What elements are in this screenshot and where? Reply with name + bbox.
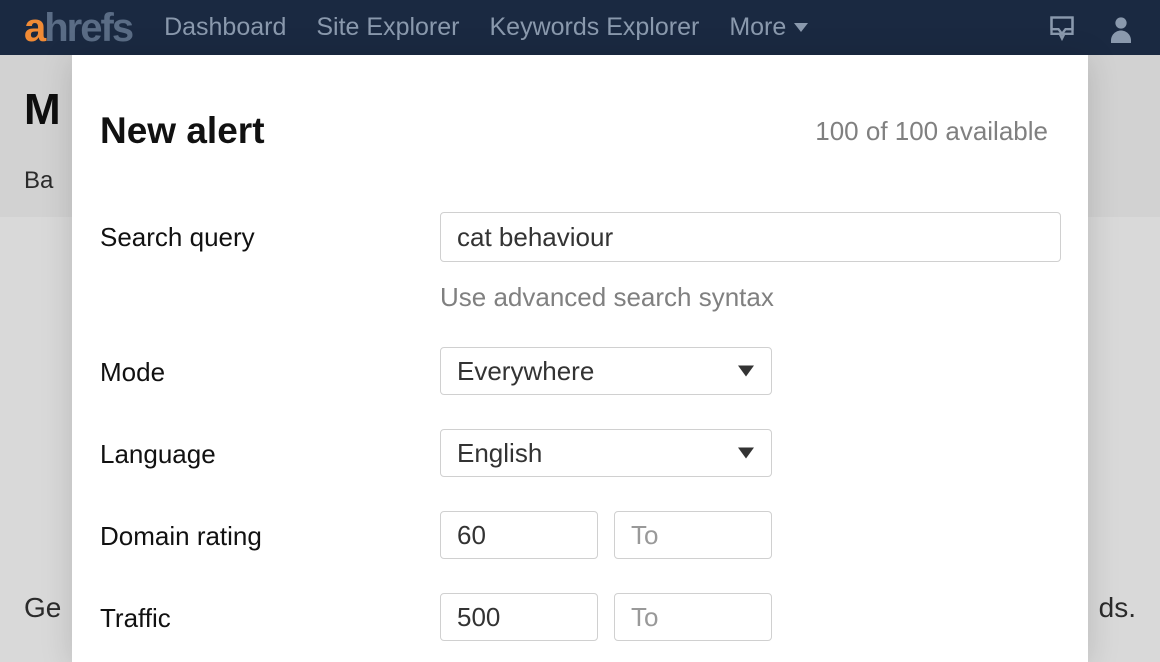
notifications-icon[interactable]	[1048, 14, 1076, 42]
domain-rating-from-input[interactable]	[440, 511, 598, 559]
modal-title: New alert	[100, 110, 265, 152]
traffic-label: Traffic	[100, 593, 440, 634]
nav-dashboard[interactable]: Dashboard	[164, 13, 286, 42]
nav-more[interactable]: More	[729, 13, 808, 42]
chevron-down-icon	[794, 23, 808, 32]
language-select-value: English	[440, 429, 772, 477]
domain-rating-row: Domain rating	[100, 511, 1048, 559]
topbar: ahrefs Dashboard Site Explorer Keywords …	[0, 0, 1160, 55]
domain-rating-to-input[interactable]	[614, 511, 772, 559]
mode-row: Mode Everywhere	[100, 347, 1048, 395]
logo-text-rest: hrefs	[44, 8, 132, 48]
alerts-availability: 100 of 100 available	[815, 116, 1048, 147]
language-row: Language English	[100, 429, 1048, 477]
search-query-input[interactable]	[440, 212, 1061, 262]
mode-select[interactable]: Everywhere	[440, 347, 772, 395]
mode-label: Mode	[100, 347, 440, 388]
nav-more-label: More	[729, 13, 786, 42]
traffic-row: Traffic	[100, 593, 1048, 641]
main-nav: Dashboard Site Explorer Keywords Explore…	[164, 13, 808, 42]
search-query-row: Search query Use advanced search syntax	[100, 212, 1048, 313]
modal-header: New alert 100 of 100 available	[100, 110, 1048, 152]
language-select[interactable]: English	[440, 429, 772, 477]
traffic-to-input[interactable]	[614, 593, 772, 641]
logo[interactable]: ahrefs	[24, 8, 132, 48]
nav-site-explorer[interactable]: Site Explorer	[316, 13, 459, 42]
user-avatar-icon[interactable]	[1106, 13, 1136, 43]
topbar-right	[1048, 13, 1136, 43]
search-query-label: Search query	[100, 212, 440, 253]
domain-rating-label: Domain rating	[100, 511, 440, 552]
new-alert-modal: New alert 100 of 100 available Search qu…	[72, 55, 1088, 662]
nav-keywords-explorer[interactable]: Keywords Explorer	[490, 13, 700, 42]
advanced-syntax-link[interactable]: Use advanced search syntax	[440, 282, 1061, 313]
logo-letter-a: a	[24, 8, 44, 48]
language-label: Language	[100, 429, 440, 470]
traffic-from-input[interactable]	[440, 593, 598, 641]
mode-select-value: Everywhere	[440, 347, 772, 395]
